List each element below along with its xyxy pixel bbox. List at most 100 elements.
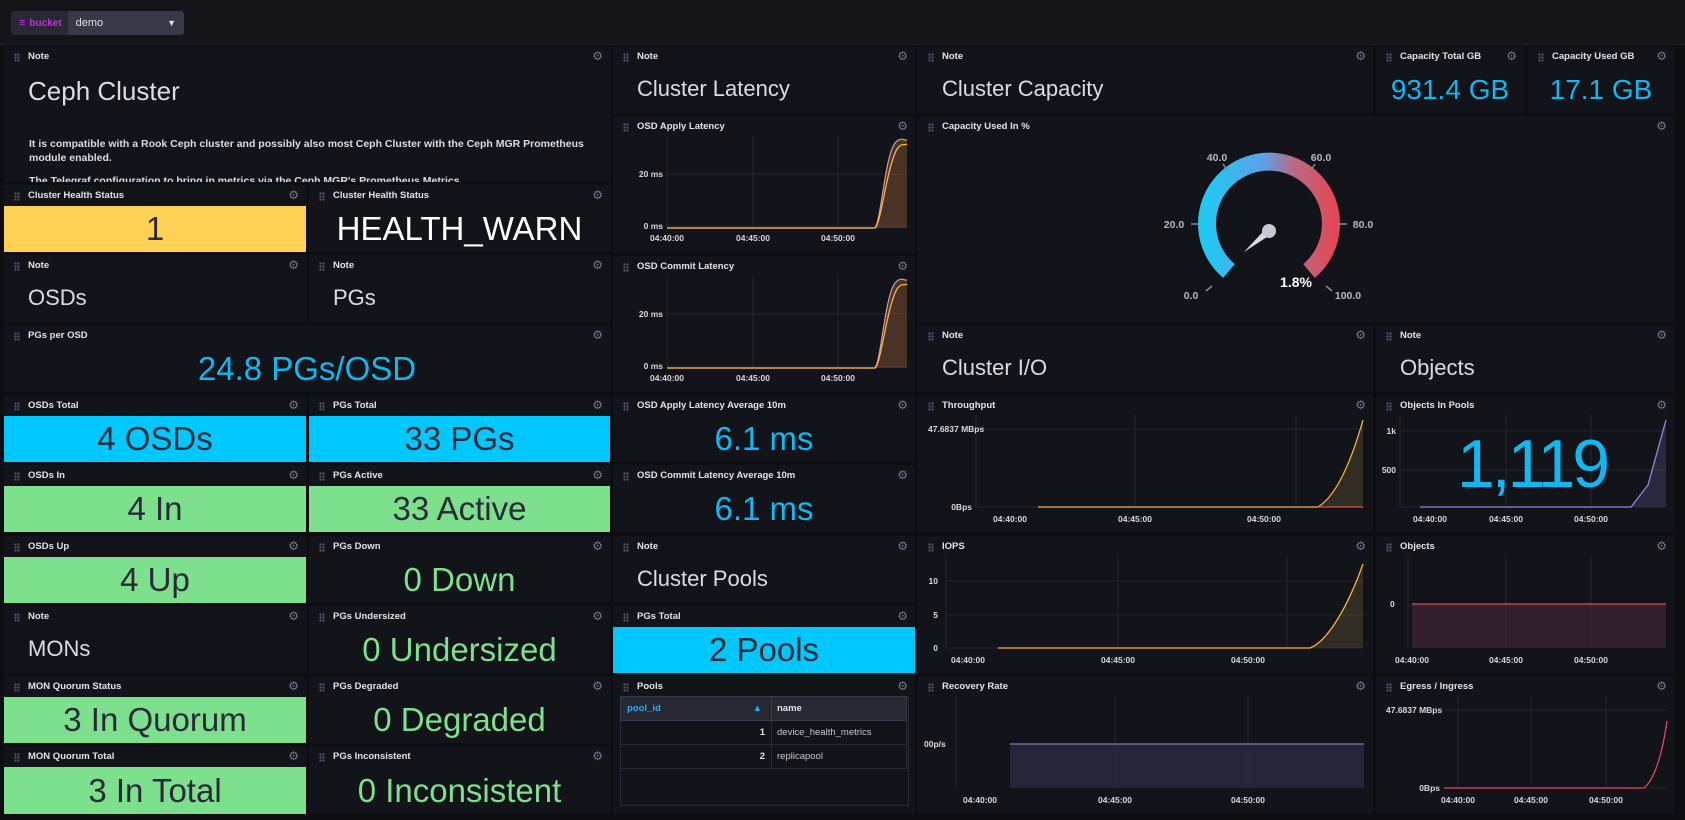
- x-tick: 04:40:00: [650, 233, 684, 243]
- gear-icon[interactable]: ⚙: [592, 609, 603, 623]
- gear-icon[interactable]: ⚙: [1355, 328, 1366, 342]
- x-tick: 04:45:00: [736, 373, 770, 383]
- gear-icon[interactable]: ⚙: [897, 609, 908, 623]
- gear-icon[interactable]: ⚙: [1506, 49, 1517, 63]
- note-pgs: Note ⚙ PGs: [309, 255, 610, 322]
- x-tick: 04:40:00: [1395, 655, 1429, 665]
- y-tick: 0Bps: [1419, 783, 1440, 793]
- gear-icon[interactable]: ⚙: [592, 258, 603, 272]
- drag-handle-icon[interactable]: [319, 402, 325, 411]
- drag-handle-icon[interactable]: [1386, 53, 1392, 62]
- drag-handle-icon[interactable]: [319, 192, 325, 201]
- objects-count: 1,119: [1456, 426, 1610, 502]
- pools-table: pool_id ▲ name 1 device_health_metrics 2 …: [620, 696, 907, 769]
- bucket-variable-control[interactable]: ≡ bucket demo ▼: [11, 11, 184, 35]
- drag-handle-icon[interactable]: [319, 472, 325, 481]
- drag-handle-icon[interactable]: [14, 192, 20, 201]
- mon-quorum-status-cell: MON Quorum Status ⚙ 3 In Quorum: [4, 676, 306, 743]
- throughput-plot: 47.6837 MBps 0Bps 04:40:00 04:45:00 04:5…: [928, 415, 1364, 524]
- x-tick: 04:50:00: [1574, 655, 1608, 665]
- drag-handle-icon[interactable]: [14, 262, 20, 271]
- mon-quorum-total-cell: MON Quorum Total ⚙ 3 In Total: [4, 746, 306, 814]
- osd-commit-latency-chart: OSD Commit Latency ⚙ 20 ms 0 ms 04:40:00…: [613, 256, 915, 392]
- iops-plot: 10 5 0 04:40:00 04:45:00 04:50:00: [929, 556, 1364, 665]
- gear-icon[interactable]: ⚙: [288, 188, 299, 202]
- gear-icon[interactable]: ⚙: [592, 188, 603, 202]
- gear-icon[interactable]: ⚙: [897, 398, 908, 412]
- drag-handle-icon[interactable]: [14, 53, 20, 62]
- gear-icon[interactable]: ⚙: [592, 539, 603, 553]
- gear-icon[interactable]: ⚙: [1355, 49, 1366, 63]
- column-header-name[interactable]: name: [771, 696, 907, 721]
- osd-commit-latency-avg-cell: OSD Commit Latency Average 10m ⚙ 6.1 ms: [613, 465, 915, 532]
- drag-handle-icon[interactable]: [14, 613, 20, 622]
- y-tick: 20 ms: [639, 169, 663, 179]
- gear-icon[interactable]: ⚙: [288, 468, 299, 482]
- drag-handle-icon[interactable]: [319, 543, 325, 552]
- drag-handle-icon[interactable]: [319, 262, 325, 271]
- drag-handle-icon[interactable]: [623, 53, 629, 62]
- drag-handle-icon[interactable]: [319, 683, 325, 692]
- drag-handle-icon[interactable]: [14, 402, 20, 411]
- x-tick: 04:45:00: [1118, 514, 1152, 524]
- cluster-health-status-text-cell: Cluster Health Status ⚙ HEALTH_WARN: [309, 185, 610, 252]
- throughput-chart: Throughput ⚙ 47.6837 MBps 0Bps 04:40:00 …: [918, 395, 1373, 532]
- pgs-undersized-cell: PGs Undersized ⚙ 0 Undersized: [309, 606, 610, 673]
- gauge-hub: [1262, 224, 1276, 238]
- gear-icon[interactable]: ⚙: [592, 468, 603, 482]
- drag-handle-icon[interactable]: [623, 683, 629, 692]
- table-row: 1 device_health_metrics: [620, 720, 907, 745]
- gear-icon[interactable]: ⚙: [288, 539, 299, 553]
- recovery-rate-chart: Recovery Rate ⚙ 00p/s 04:40:00 04:45:00 …: [918, 676, 1373, 814]
- drag-handle-icon[interactable]: [14, 753, 20, 762]
- drag-handle-icon[interactable]: [14, 543, 20, 552]
- osds-total-cell: OSDs Total ⚙ 4 OSDs: [4, 395, 306, 462]
- drag-handle-icon[interactable]: [14, 472, 20, 481]
- drag-handle-icon[interactable]: [928, 332, 934, 341]
- gear-icon[interactable]: ⚙: [1656, 328, 1667, 342]
- gear-icon[interactable]: ⚙: [288, 749, 299, 763]
- drag-handle-icon[interactable]: [928, 53, 934, 62]
- variable-label: ≡ bucket: [19, 17, 62, 29]
- gear-icon[interactable]: ⚙: [897, 49, 908, 63]
- drag-handle-icon[interactable]: [14, 683, 20, 692]
- drag-handle-icon[interactable]: [623, 402, 629, 411]
- x-tick: 04:50:00: [821, 373, 855, 383]
- drag-handle-icon[interactable]: [623, 613, 629, 622]
- gear-icon[interactable]: ⚙: [897, 539, 908, 553]
- gear-icon[interactable]: ⚙: [592, 328, 603, 342]
- gear-icon[interactable]: ⚙: [592, 398, 603, 412]
- gear-icon[interactable]: ⚙: [592, 49, 603, 63]
- pools-total-cell: PGs Total ⚙ 2 Pools: [613, 606, 915, 673]
- drag-handle-icon[interactable]: [623, 472, 629, 481]
- osd-apply-latency-avg-cell: OSD Apply Latency Average 10m ⚙ 6.1 ms: [613, 395, 915, 462]
- gear-icon[interactable]: ⚙: [288, 679, 299, 693]
- drag-handle-icon[interactable]: [1538, 53, 1544, 62]
- drag-handle-icon[interactable]: [623, 543, 629, 552]
- gear-icon[interactable]: ⚙: [288, 398, 299, 412]
- caret-down-icon: ▼: [167, 18, 176, 28]
- y-tick: 5: [933, 610, 938, 620]
- x-tick: 04:40:00: [963, 795, 997, 805]
- drag-handle-icon[interactable]: [1386, 332, 1392, 341]
- gear-icon[interactable]: ⚙: [897, 468, 908, 482]
- gear-icon[interactable]: ⚙: [1656, 49, 1667, 63]
- bucket-select[interactable]: demo ▼: [67, 11, 184, 35]
- drag-handle-icon[interactable]: [319, 753, 325, 762]
- gear-icon[interactable]: ⚙: [897, 679, 908, 693]
- drag-handle-icon[interactable]: [14, 332, 20, 341]
- area-fill: [1318, 420, 1363, 507]
- area-fill: [1310, 564, 1363, 648]
- gear-icon[interactable]: ⚙: [592, 749, 603, 763]
- note-cluster-io: Note ⚙ Cluster I/O: [918, 325, 1373, 392]
- gear-icon[interactable]: ⚙: [288, 258, 299, 272]
- gear-icon[interactable]: ⚙: [592, 679, 603, 693]
- gear-icon[interactable]: ⚙: [288, 609, 299, 623]
- x-tick: 04:45:00: [1101, 655, 1135, 665]
- gauge-value: 1.8%: [1280, 274, 1312, 290]
- drag-handle-icon[interactable]: [319, 613, 325, 622]
- column-header-pool-id[interactable]: pool_id ▲: [620, 696, 772, 721]
- x-tick: 04:40:00: [1441, 795, 1475, 805]
- note-paragraph-2: The Telegraf configuration to bring in m…: [29, 175, 460, 182]
- x-tick: 04:40:00: [1413, 514, 1447, 524]
